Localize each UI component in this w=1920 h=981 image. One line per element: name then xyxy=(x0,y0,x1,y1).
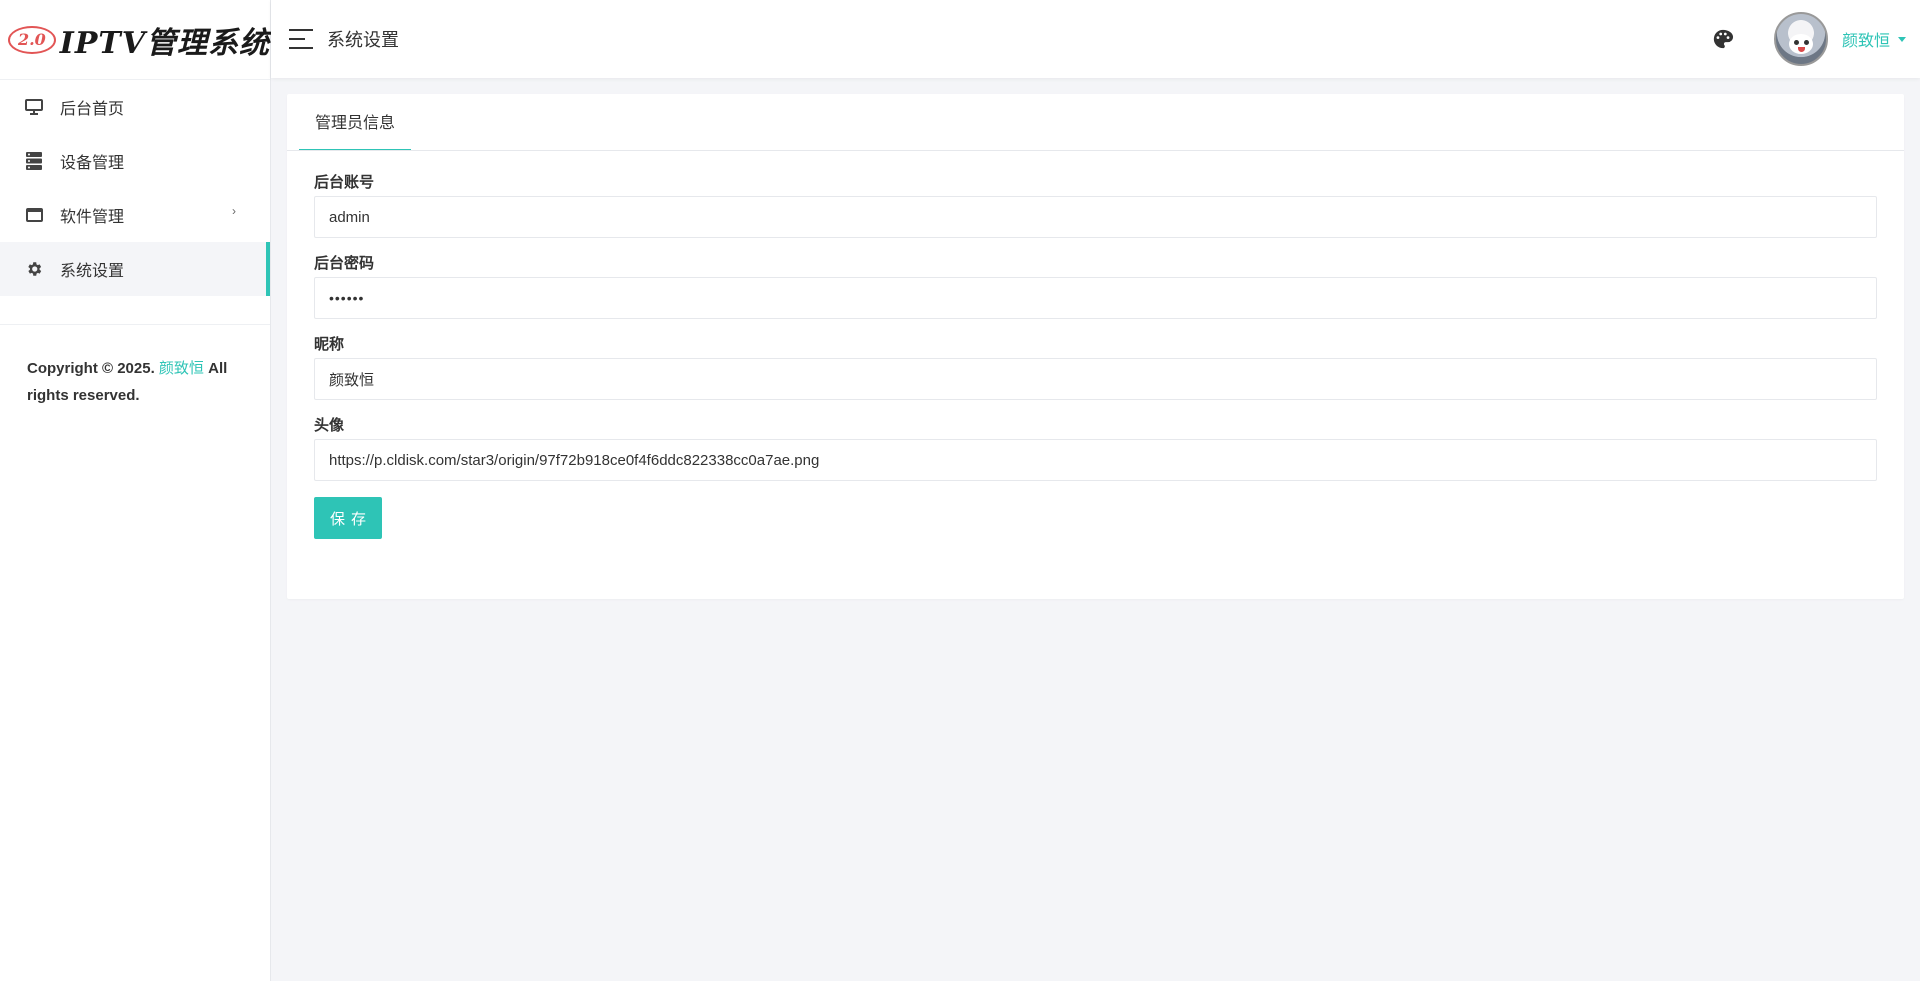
avatar-label: 头像 xyxy=(314,417,345,434)
sidebar-item-label: 设备管理 xyxy=(60,155,125,172)
nickname-input[interactable]: 颜致恒 xyxy=(314,358,1877,400)
field-account: 后台账号 admin xyxy=(314,171,1877,238)
menu-toggle-icon[interactable] xyxy=(289,29,313,49)
sidebar-item-dashboard[interactable]: 后台首页 xyxy=(0,80,270,134)
field-avatar: 头像 https://p.cldisk.com/star3/origin/97f… xyxy=(314,414,1877,481)
sidebar-item-settings[interactable]: 系统设置 xyxy=(0,242,270,296)
sidebar-item-label: 后台首页 xyxy=(60,101,125,118)
top-header: 系统设置 颜致恒 xyxy=(271,0,1920,78)
nickname-label: 昵称 xyxy=(314,336,345,353)
copyright-prefix: Copyright © 2025. xyxy=(27,360,159,377)
logo[interactable]: 2.0 IPTV管理系统 xyxy=(0,0,270,80)
tab-bar: 管理员信息 xyxy=(287,94,1904,151)
copyright-author-link[interactable]: 颜致恒 xyxy=(159,360,204,377)
gear-icon xyxy=(24,259,44,279)
logo-badge: 2.0 xyxy=(8,25,56,54)
sidebar-item-software[interactable]: 软件管理 › xyxy=(0,188,270,242)
avatar-url-input[interactable]: https://p.cldisk.com/star3/origin/97f72b… xyxy=(314,439,1877,481)
sidebar-item-devices[interactable]: 设备管理 xyxy=(0,134,270,188)
header-right: 颜致恒 xyxy=(1712,12,1906,66)
sidebar: 2.0 IPTV管理系统 后台首页 设备管理 软件管理 › 系统设置 Copyr… xyxy=(0,0,271,981)
logo-title: IPTV管理系统 xyxy=(59,25,270,61)
chevron-right-icon: › xyxy=(232,204,236,218)
password-label: 后台密码 xyxy=(314,255,375,272)
user-menu[interactable]: 颜致恒 xyxy=(1842,27,1906,51)
palette-icon[interactable] xyxy=(1712,28,1734,50)
sidebar-item-label: 系统设置 xyxy=(60,263,125,280)
copyright: Copyright © 2025. 颜致恒 All rights reserve… xyxy=(0,325,270,409)
admin-form: 后台账号 admin 后台密码 •••••• 昵称 颜致恒 头像 https:/… xyxy=(287,151,1904,539)
tab-admin-info[interactable]: 管理员信息 xyxy=(299,93,412,150)
page-title: 系统设置 xyxy=(327,30,399,50)
field-nickname: 昵称 颜致恒 xyxy=(314,333,1877,400)
password-input[interactable]: •••••• xyxy=(314,277,1877,319)
sidebar-item-label: 软件管理 xyxy=(60,209,125,226)
field-password: 后台密码 •••••• xyxy=(314,252,1877,319)
account-label: 后台账号 xyxy=(314,174,375,191)
username: 颜致恒 xyxy=(1841,33,1890,50)
monitor-icon xyxy=(24,97,44,117)
account-input[interactable]: admin xyxy=(314,196,1877,238)
admin-info-card: 管理员信息 后台账号 admin 后台密码 •••••• 昵称 颜致恒 头像 h… xyxy=(287,94,1904,599)
sidebar-nav: 后台首页 设备管理 软件管理 › 系统设置 xyxy=(0,80,270,296)
server-icon xyxy=(24,151,44,171)
window-icon xyxy=(24,205,44,225)
save-button[interactable]: 保存 xyxy=(314,497,382,539)
caret-down-icon xyxy=(1898,36,1906,42)
avatar[interactable] xyxy=(1773,12,1828,66)
